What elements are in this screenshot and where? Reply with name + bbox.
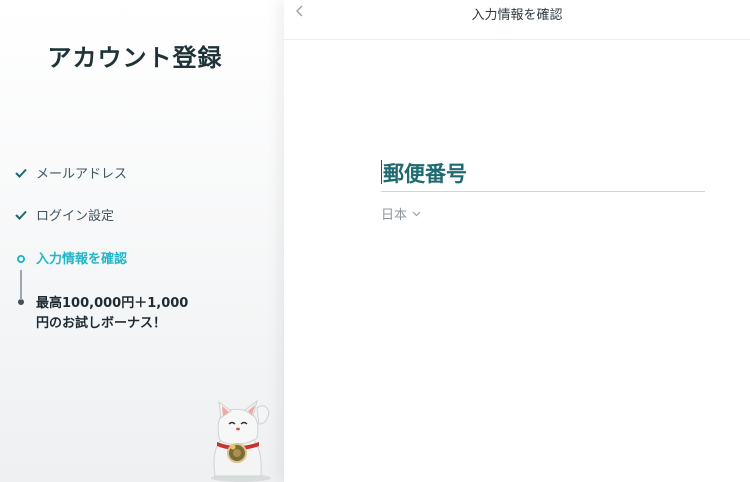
topbar-title: 入力情報を確認 (471, 8, 563, 23)
step-label: メールアドレス (36, 167, 128, 182)
text-caret (381, 160, 382, 184)
page-title: アカウント登録 (47, 44, 223, 72)
step-confirm-info: 入力情報を確認 (14, 251, 127, 269)
step-connector (20, 270, 22, 300)
form: 郵便番号 日本 (381, 152, 705, 223)
step-label: ログイン設定 (36, 209, 115, 224)
postal-code-field[interactable]: 郵便番号 (381, 152, 705, 192)
top-bar: 入力情報を確認 (284, 0, 750, 40)
step-bonus: 最高100,000円＋1,000円のお試しボーナス！ (14, 294, 196, 334)
check-icon (14, 209, 28, 223)
step-label: 最高100,000円＋1,000円のお試しボーナス！ (36, 296, 189, 331)
lucky-cat-illustration (211, 399, 271, 482)
current-step-ring-icon (14, 252, 28, 266)
step-login-settings: ログイン設定 (14, 208, 114, 226)
chevron-down-icon (412, 211, 421, 216)
main-panel: 入力情報を確認 郵便番号 日本 (284, 0, 750, 482)
country-value: 日本 (381, 208, 408, 223)
check-icon (14, 167, 28, 181)
step-email: メールアドレス (14, 166, 127, 184)
country-select[interactable]: 日本 (381, 204, 421, 223)
sidebar: アカウント登録 メールアドレス ログイン設定 入力情報を確認 最高100,000… (0, 0, 284, 482)
step-label: 入力情報を確認 (36, 252, 128, 267)
postal-code-label: 郵便番号 (383, 162, 467, 186)
